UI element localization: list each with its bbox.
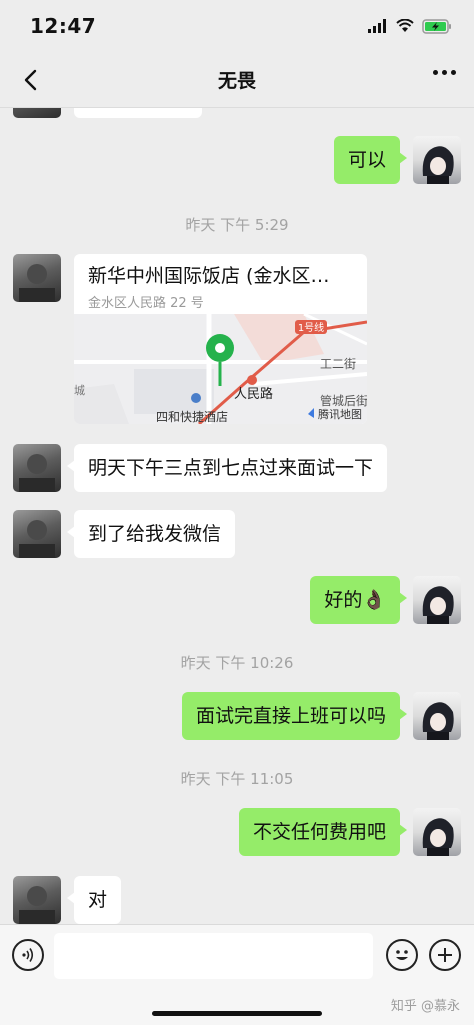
timestamp: 昨天 下午 11:05: [180, 770, 294, 788]
message-bubble-sent[interactable]: 不交任何费用吧: [238, 808, 408, 856]
map-label-edge: 城: [74, 384, 85, 397]
chevron-left-icon: [24, 69, 37, 91]
location-address: 金水区人民路 22 号: [88, 296, 204, 311]
contact-avatar[interactable]: [13, 510, 61, 558]
status-icons: [368, 18, 452, 34]
message-bubble-sent[interactable]: 好的👌🏿: [310, 576, 407, 624]
message-bubble-received[interactable]: 对: [66, 876, 122, 924]
message-bubble-partial[interactable]: [74, 108, 202, 118]
contact-avatar[interactable]: [13, 876, 61, 924]
contact-avatar[interactable]: [13, 444, 61, 492]
voice-input-button[interactable]: [12, 939, 44, 971]
emoji-button[interactable]: [386, 939, 418, 971]
timestamp: 昨天 下午 5:29: [185, 216, 289, 234]
plus-icon: [438, 948, 452, 962]
map-label-road2: 人民路: [234, 386, 273, 402]
location-map: 1号线 工二街 人民路 管城后街 四和快捷酒店 城 腾讯地图: [74, 314, 367, 424]
map-label-brand: 腾讯地图: [318, 407, 362, 421]
location-message-card[interactable]: 新华中州国际饭店 (金水区… 金水区人民路 22 号 1号线 工二街 人民路 管…: [74, 254, 367, 424]
map-label-hotel: 四和快捷酒店: [156, 410, 228, 424]
self-avatar[interactable]: [413, 808, 461, 856]
input-bar: 知乎 @慕永: [0, 924, 474, 1025]
self-avatar[interactable]: [413, 692, 461, 740]
map-label-road3: 管城后街: [320, 393, 367, 408]
add-attachment-button[interactable]: [429, 939, 461, 971]
message-bubble-received[interactable]: 明天下午三点到七点过来面试一下: [66, 444, 388, 492]
more-dots-icon: [433, 70, 438, 75]
contact-avatar[interactable]: [13, 254, 61, 302]
status-bar: 12:47: [0, 0, 474, 52]
map-label-road1: 工二街: [320, 357, 356, 371]
message-bubble-sent[interactable]: 可以: [333, 136, 408, 184]
home-indicator[interactable]: [152, 1011, 322, 1016]
chat-title: 无畏: [217, 70, 256, 92]
watermark: 知乎 @慕永: [390, 999, 460, 1014]
chat-area[interactable]: 可以 昨天 下午 5:29 新华中州国际饭店 (金水区… 金水区人民路 22 号…: [0, 108, 474, 924]
contact-avatar[interactable]: [13, 108, 61, 118]
message-input[interactable]: [54, 933, 373, 979]
voice-icon: [22, 948, 34, 962]
back-button[interactable]: [16, 66, 44, 94]
battery-charging-icon: [422, 18, 451, 34]
chat-header: 无畏: [0, 52, 474, 108]
message-bubble-sent[interactable]: 面试完直接上班可以吗: [181, 692, 408, 740]
timestamp: 昨天 下午 10:26: [180, 654, 294, 672]
message-bubble-received[interactable]: 到了给我发微信: [66, 510, 236, 558]
status-time: 12:47: [30, 14, 97, 38]
self-avatar[interactable]: [413, 136, 461, 184]
location-title: 新华中州国际饭店 (金水区…: [88, 265, 330, 287]
cellular-signal-icon: [368, 19, 386, 33]
more-options-button[interactable]: [433, 70, 456, 75]
self-avatar[interactable]: [413, 576, 461, 624]
smiley-icon: [396, 950, 408, 960]
wifi-icon: [396, 19, 414, 32]
map-label-metro: 1号线: [298, 321, 324, 334]
